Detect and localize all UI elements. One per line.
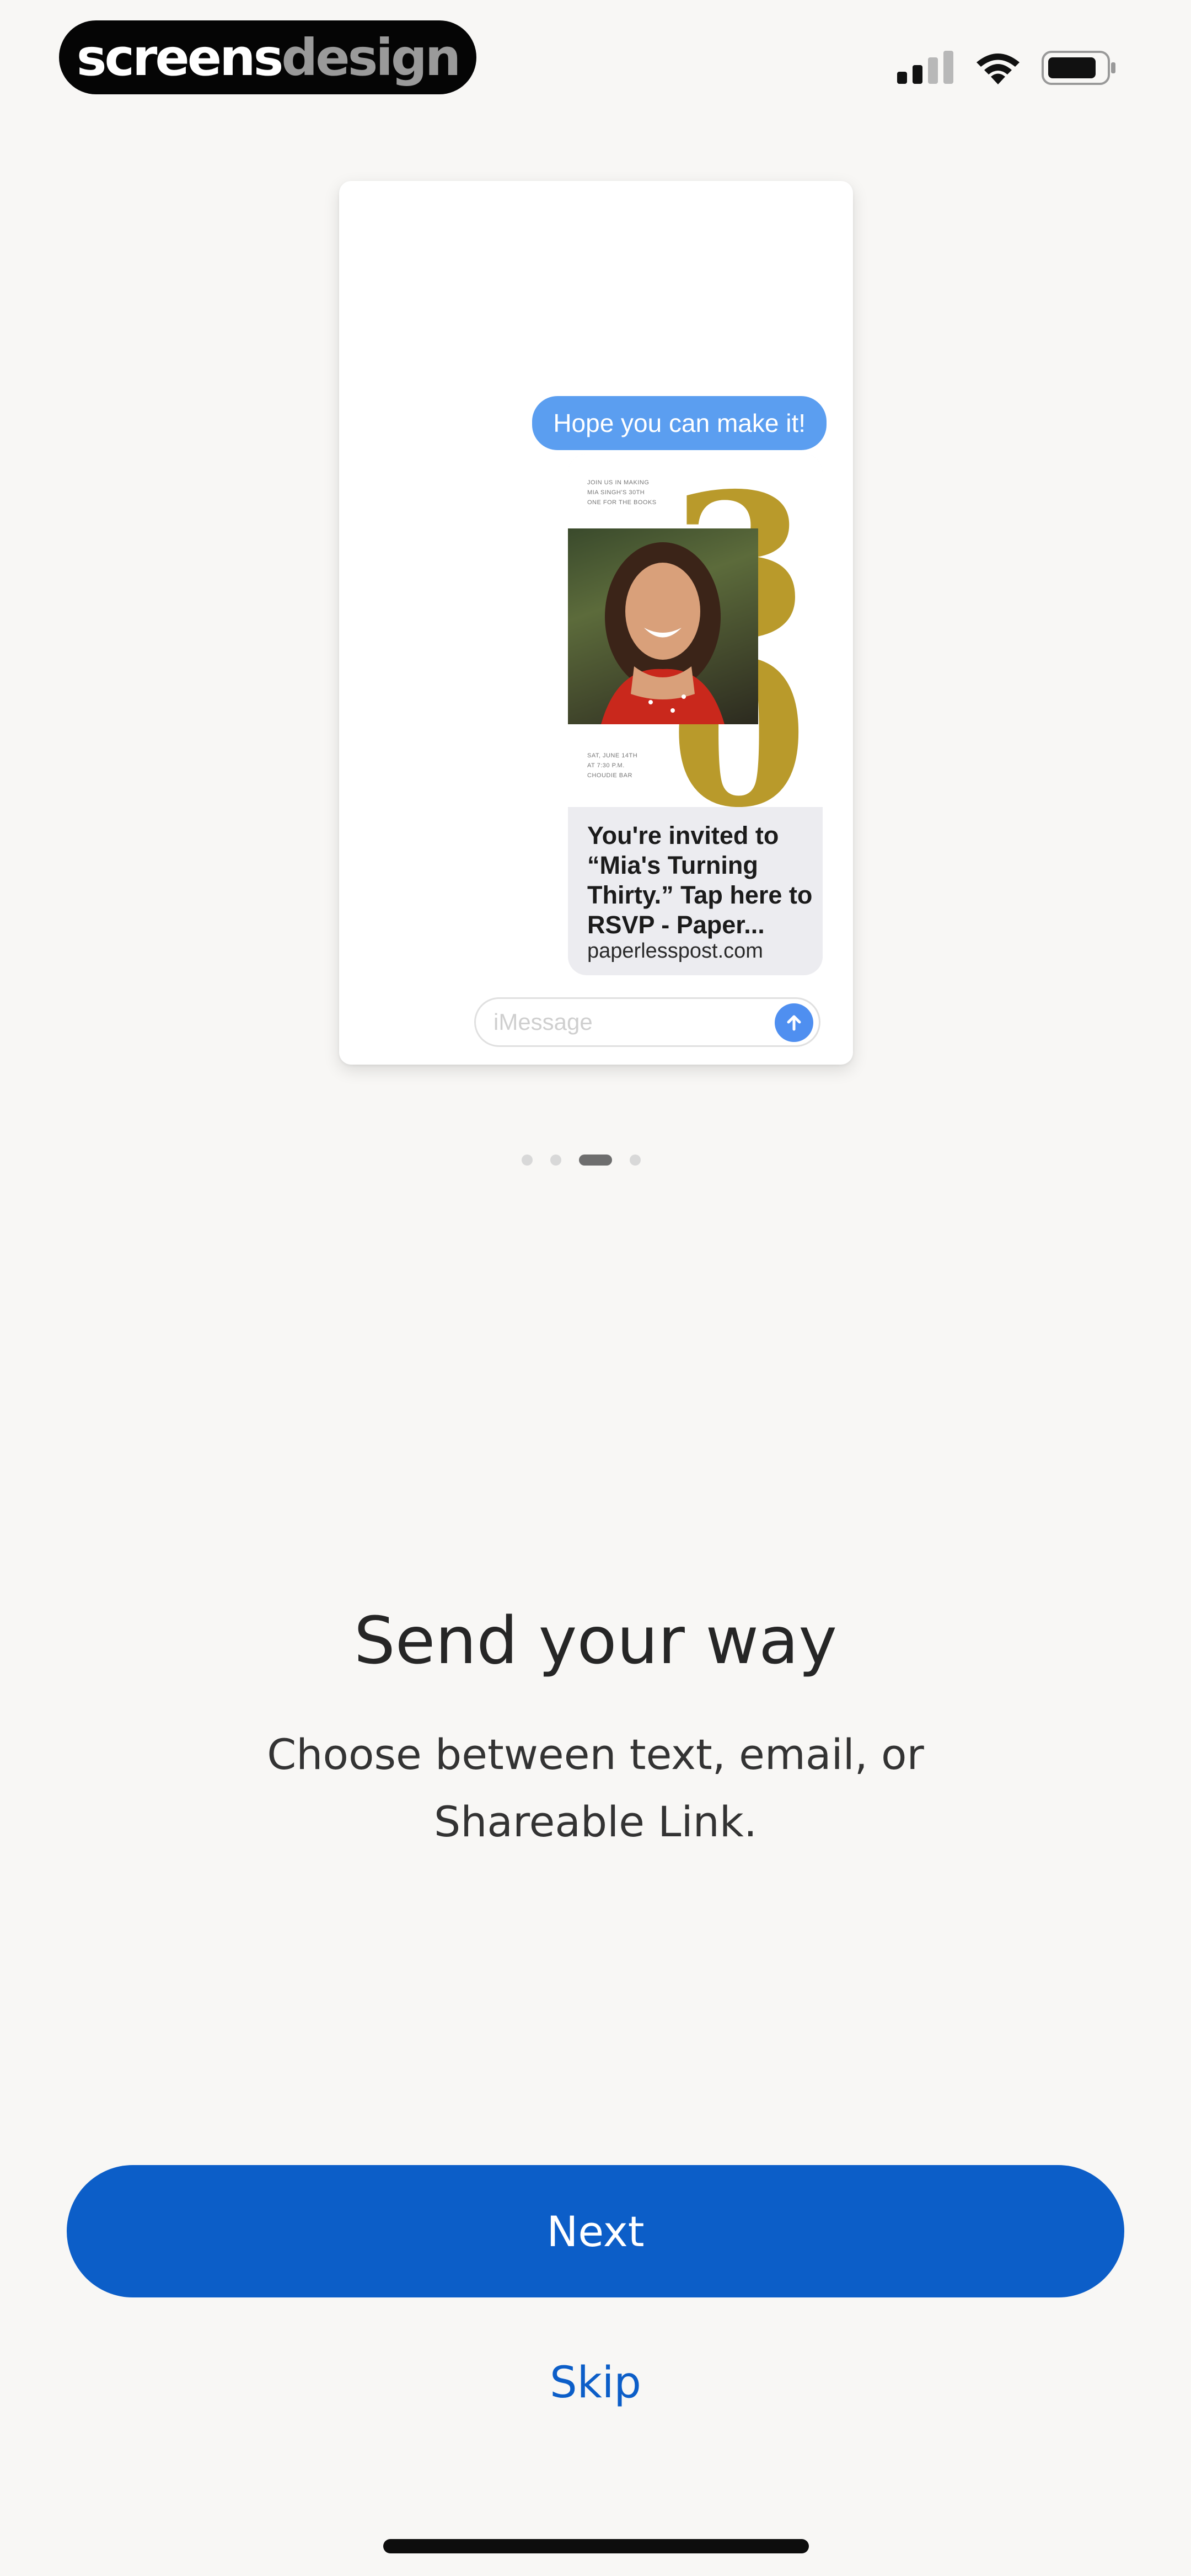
next-button[interactable]: Next	[67, 2165, 1124, 2297]
wifi-icon	[977, 54, 1020, 84]
invite-fine-print-line: SAT, JUNE 14TH	[587, 752, 638, 759]
onboarding-screen: screensdesign Hope you can make it! JOIN…	[0, 0, 1191, 2576]
invite-photo	[568, 528, 758, 724]
skip-link[interactable]: Skip	[0, 2358, 1191, 2408]
invite-link: paperlesspost.com	[587, 939, 763, 963]
invite-fine-print-line: ONE FOR THE BOOKS	[587, 499, 657, 506]
invite-preview-bubble: JOIN US IN MAKING MIA SINGH'S 30TH ONE F…	[568, 454, 823, 975]
page-dot[interactable]	[522, 1155, 533, 1166]
invite-fine-print-line: MIA SINGH'S 30TH	[587, 489, 645, 496]
page-dot[interactable]	[630, 1155, 641, 1166]
cellular-signal-icon	[897, 51, 953, 84]
page-dot[interactable]	[550, 1155, 561, 1166]
page-subtitle: Choose between text, email, or Shareable…	[267, 1730, 924, 1846]
invite-description: You're invited to “Mia's Turning Thirty.…	[587, 821, 813, 939]
status-icons	[897, 49, 1117, 87]
battery-icon	[1042, 51, 1115, 85]
page-title: Send your way	[353, 1602, 838, 1679]
invite-artwork: JOIN US IN MAKING MIA SINGH'S 30TH ONE F…	[568, 454, 823, 807]
imessage-compose-field: iMessage	[474, 997, 820, 1047]
portrait-illustration	[601, 542, 725, 724]
invite-fine-print-line: CHOUDIE BAR	[587, 772, 632, 779]
invite-fine-print-line: JOIN US IN MAKING	[587, 479, 650, 486]
message-bubble: Hope you can make it!	[532, 396, 827, 450]
illustration-card: Hope you can make it! JOIN US IN MAKING …	[339, 181, 853, 1065]
page-indicator	[0, 1155, 1177, 1166]
brand-logo-part1: screens	[76, 28, 284, 87]
page-dot-active[interactable]	[579, 1155, 612, 1166]
send-arrow-icon	[775, 1003, 813, 1042]
brand-logo-part2: design	[281, 28, 461, 87]
brand-logo: screensdesign	[59, 20, 476, 94]
home-indicator[interactable]	[383, 2539, 809, 2553]
compose-placeholder: iMessage	[493, 1009, 593, 1035]
invite-fine-print-line: AT 7:30 P.M.	[587, 762, 625, 769]
